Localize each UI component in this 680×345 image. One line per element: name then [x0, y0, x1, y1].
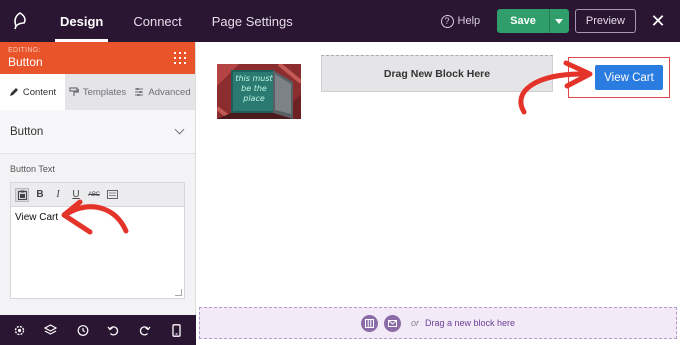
section-title: Button: [10, 125, 44, 138]
preview-button[interactable]: Preview: [574, 9, 636, 33]
tab-advanced-label: Advanced: [148, 86, 191, 98]
block-icon[interactable]: [383, 314, 401, 332]
chevron-down-icon: [174, 124, 185, 135]
tab-advanced[interactable]: Advanced: [130, 74, 195, 110]
undo-icon[interactable]: [106, 322, 122, 338]
save-button[interactable]: Save: [497, 9, 549, 33]
caret-down-icon: [555, 18, 564, 24]
panel-header: EDITING: Button: [0, 42, 195, 74]
special-characters-icon[interactable]: [105, 188, 119, 202]
tab-design[interactable]: Design: [45, 0, 118, 42]
bottom-toolbar: [0, 315, 196, 345]
drag-new-block-placeholder[interactable]: Drag New Block Here: [321, 55, 553, 92]
close-icon[interactable]: ✕: [650, 12, 666, 30]
help-link[interactable]: ? Help: [440, 14, 481, 28]
underline-icon[interactable]: U: [69, 188, 83, 202]
bold-icon[interactable]: B: [33, 188, 47, 202]
pencil-icon: [9, 88, 18, 96]
button-text-editor[interactable]: B I U ABC View Cart: [10, 182, 185, 299]
tab-page-settings[interactable]: Page Settings: [197, 0, 308, 42]
button-text-label: Button Text: [10, 164, 55, 174]
editing-label: EDITING:: [8, 47, 41, 54]
editor-toolbar: B I U ABC: [11, 183, 184, 207]
save-options-button[interactable]: [548, 9, 569, 33]
tab-templates-label: Templates: [82, 86, 127, 98]
drag-new-block-link[interactable]: Drag a new block here: [425, 318, 515, 328]
top-bar: Design Connect Page Settings ? Help Save…: [0, 0, 680, 42]
columns-icon[interactable]: [360, 314, 378, 332]
drop-zone-or: or: [410, 318, 419, 328]
module-name: Button: [8, 55, 43, 69]
strikethrough-icon[interactable]: ABC: [87, 188, 101, 202]
neon-sign-image[interactable]: this must be the place: [217, 64, 301, 119]
page-canvas: this must be the place Drag New Block He…: [197, 42, 680, 345]
logo-icon[interactable]: [0, 0, 40, 42]
neon-sign-text: this must be the place: [235, 74, 273, 103]
question-icon: ?: [440, 14, 454, 28]
redo-icon[interactable]: [137, 322, 153, 338]
save-button-group: Save: [497, 9, 569, 33]
page-builder-app: Design Connect Page Settings ? Help Save…: [0, 0, 680, 345]
panel-subtabs: Content Templates Advanced: [0, 74, 195, 110]
mobile-preview-icon[interactable]: [168, 322, 184, 338]
paint-roller-icon: [69, 87, 79, 96]
history-icon[interactable]: [74, 322, 90, 338]
top-actions: ? Help Save Preview ✕: [440, 0, 680, 42]
tab-connect[interactable]: Connect: [118, 0, 196, 42]
italic-icon[interactable]: I: [51, 188, 65, 202]
grid-dots-icon[interactable]: [174, 52, 186, 64]
tab-content-label: Content: [22, 86, 57, 98]
button-text-value[interactable]: View Cart: [11, 207, 184, 228]
tab-templates[interactable]: Templates: [65, 74, 130, 110]
tab-content[interactable]: Content: [0, 74, 65, 110]
settings-gear-icon[interactable]: [12, 322, 28, 338]
section-button-header[interactable]: Button: [0, 110, 195, 154]
new-block-drop-zone[interactable]: or Drag a new block here: [199, 307, 677, 339]
help-label: Help: [457, 15, 481, 27]
layers-icon[interactable]: [43, 322, 59, 338]
sliders-icon: [135, 88, 144, 96]
resize-handle[interactable]: [175, 289, 182, 296]
view-cart-button[interactable]: View Cart: [595, 65, 663, 90]
paste-icon[interactable]: [15, 187, 29, 202]
